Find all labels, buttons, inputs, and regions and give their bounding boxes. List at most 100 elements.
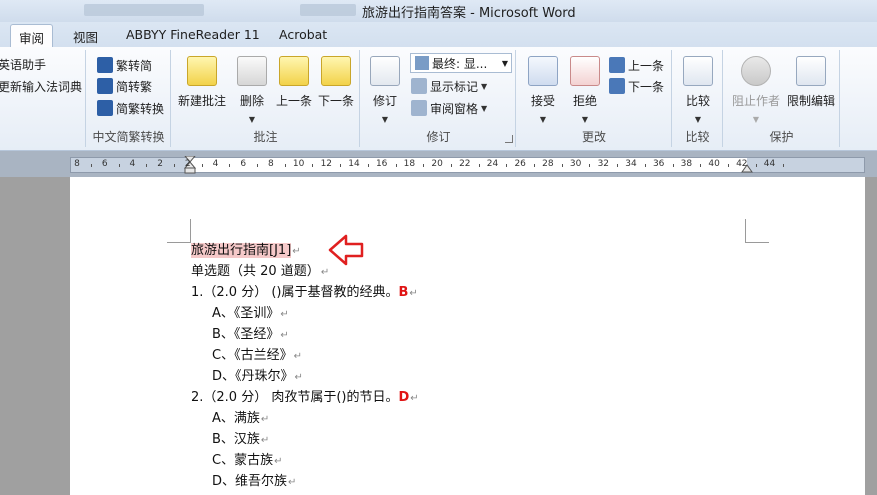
compare-label: 比较	[685, 94, 710, 108]
ruler-tick	[229, 164, 231, 167]
group-label: 中文简繁转换	[92, 130, 165, 144]
ruler-label: 8	[74, 159, 80, 169]
ruler-tick	[450, 164, 452, 167]
ruler-label: 4	[212, 159, 219, 169]
paragraph-mark-icon: ↵	[409, 288, 418, 299]
group-proofing-partial: 英语助手 更新输入法词典	[0, 50, 86, 147]
ruler-label: 12	[320, 159, 333, 169]
ruler-tick	[118, 164, 120, 167]
group-label: 保护	[769, 130, 794, 144]
to-traditional-label: 简转繁	[116, 79, 153, 94]
option-line: C、《古兰经》↵	[191, 345, 419, 366]
restrict-editing-button[interactable]: 限制编辑	[784, 52, 838, 109]
english-assistant-button[interactable]: 英语助手	[0, 54, 46, 74]
reject-button[interactable]: 拒绝 ▼	[565, 52, 605, 124]
traditional-to-simplified-icon	[97, 57, 113, 73]
previous-change-label: 上一条	[628, 58, 665, 73]
option-text: D、《丹珠尔》	[212, 369, 294, 384]
to-traditional-button[interactable]: 简转繁	[97, 76, 152, 96]
paragraph-mark-icon: ↵	[280, 309, 289, 320]
block-authors-button[interactable]: 阻止作者 ▼	[728, 52, 784, 124]
to-simplified-button[interactable]: 繁转简	[97, 55, 152, 75]
accept-button[interactable]: 接受 ▼	[523, 52, 563, 124]
red-arrow-annotation-icon	[328, 234, 364, 266]
ruler-area: 8 6 4 2 2 4 6 8 10 12 14 16 18 20 22 24 26 28 30 32 34 36 38 40…	[0, 151, 877, 177]
ruler-tick	[395, 164, 397, 167]
ruler-label: 20	[431, 159, 443, 169]
next-comment-button[interactable]: 下一条	[315, 52, 357, 109]
tab-view[interactable]: 视图	[65, 24, 106, 47]
option-text: A、《圣训》	[212, 306, 280, 321]
group-compare: 比较 ▼ 比较	[673, 50, 723, 147]
group-label: 修订	[426, 130, 451, 144]
quick-access-toolbar[interactable]	[84, 4, 204, 16]
next-comment-icon	[321, 56, 351, 86]
option-line: B、《圣经》↵	[191, 324, 419, 345]
group-changes: 接受 ▼ 拒绝 ▼ 上一条 下一条 更改	[517, 50, 672, 147]
ruler-label: 14	[348, 159, 360, 169]
ruler-label: 24	[486, 159, 499, 169]
ruler-tick	[617, 164, 619, 167]
option-line: B、汉族↵	[191, 429, 419, 450]
option-line: C、蒙古族↵	[191, 450, 419, 471]
tab-acrobat[interactable]: Acrobat	[271, 24, 335, 47]
delete-comment-button[interactable]: 删除 ▼	[232, 52, 272, 124]
dialog-launcher-icon[interactable]	[505, 135, 513, 143]
horizontal-ruler[interactable]: 8 6 4 2 2 4 6 8 10 12 14 16 18 20 22 24 26 28 30 32 34 36 38 40…	[70, 156, 865, 174]
paragraph-mark-icon: ↵	[410, 393, 419, 404]
ruler-tick	[755, 164, 757, 167]
ruler-tick	[700, 164, 702, 167]
ruler-tick	[340, 164, 342, 167]
crop-mark	[167, 219, 191, 243]
block-authors-label: 阻止作者	[731, 94, 780, 108]
answer-key: D	[398, 390, 410, 405]
new-comment-icon	[187, 56, 217, 86]
previous-change-icon	[609, 57, 625, 73]
delete-label: 删除	[239, 94, 264, 108]
option-line: A、满族↵	[191, 408, 419, 429]
reject-label: 拒绝	[572, 94, 597, 108]
ruler-tick	[506, 164, 508, 167]
accept-icon	[528, 56, 558, 86]
document-body[interactable]: 旅游出行指南[J1]↵ 单选题（共 20 道题）↵ 1.（2.0 分） ()属于…	[191, 240, 419, 492]
option-line: D、《丹珠尔》↵	[191, 366, 419, 387]
ribbon-tabs: 审阅 视图 ABBYY FineReader 11 Acrobat	[0, 22, 877, 47]
quick-access-toolbar-extra[interactable]	[300, 4, 356, 16]
convert-button[interactable]: 简繁转换	[97, 98, 164, 118]
paragraph-mark-icon: ↵	[288, 477, 297, 488]
ruler-label: 2	[184, 159, 191, 169]
option-line: A、《圣训》↵	[191, 303, 419, 324]
tab-review[interactable]: 审阅	[10, 24, 54, 47]
doc-title: 旅游出行指南	[191, 243, 270, 258]
accept-label: 接受	[530, 94, 555, 108]
document-page[interactable]: 旅游出行指南[J1]↵ 单选题（共 20 道题）↵ 1.（2.0 分） ()属于…	[70, 177, 865, 495]
tab-abbyy[interactable]: ABBYY FineReader 11	[118, 24, 268, 47]
previous-change-button[interactable]: 上一条	[609, 55, 664, 75]
ruler-tick	[367, 164, 369, 167]
paragraph-mark-icon: ↵	[260, 414, 270, 425]
ruler-tick	[478, 164, 480, 167]
ruler-label: 16	[375, 159, 388, 169]
group-protect: 阻止作者 ▼ 限制编辑 保护	[724, 50, 840, 147]
new-comment-button[interactable]: 新建批注	[176, 52, 228, 109]
ruler-tick	[257, 164, 259, 167]
ruler-label: 22	[459, 159, 471, 169]
ruler-label: 26	[514, 159, 526, 169]
ruler-tick	[423, 164, 425, 167]
group-label: 比较	[685, 130, 710, 144]
group-label: 更改	[581, 130, 606, 144]
ruler-tick	[201, 164, 203, 167]
comment-reference[interactable]: [J1]	[269, 243, 292, 258]
update-ime-dictionary-button[interactable]: 更新输入法词典	[0, 76, 82, 96]
question-stem: 2.（2.0 分） 肉孜节属于()的节日。D↵	[191, 387, 419, 408]
chevron-down-icon: ▼	[248, 115, 256, 124]
ruler-label: 30	[569, 159, 582, 169]
next-label: 下一条	[317, 94, 354, 108]
title-bar: 旅游出行指南答案 - Microsoft Word	[0, 0, 877, 22]
next-change-button[interactable]: 下一条	[609, 76, 664, 96]
ruler-label: 4	[129, 159, 136, 169]
compare-button[interactable]: 比较 ▼	[679, 52, 717, 124]
previous-comment-button[interactable]: 上一条	[273, 52, 315, 109]
ruler-label: 42	[736, 159, 748, 169]
ruler-tick	[727, 164, 729, 167]
